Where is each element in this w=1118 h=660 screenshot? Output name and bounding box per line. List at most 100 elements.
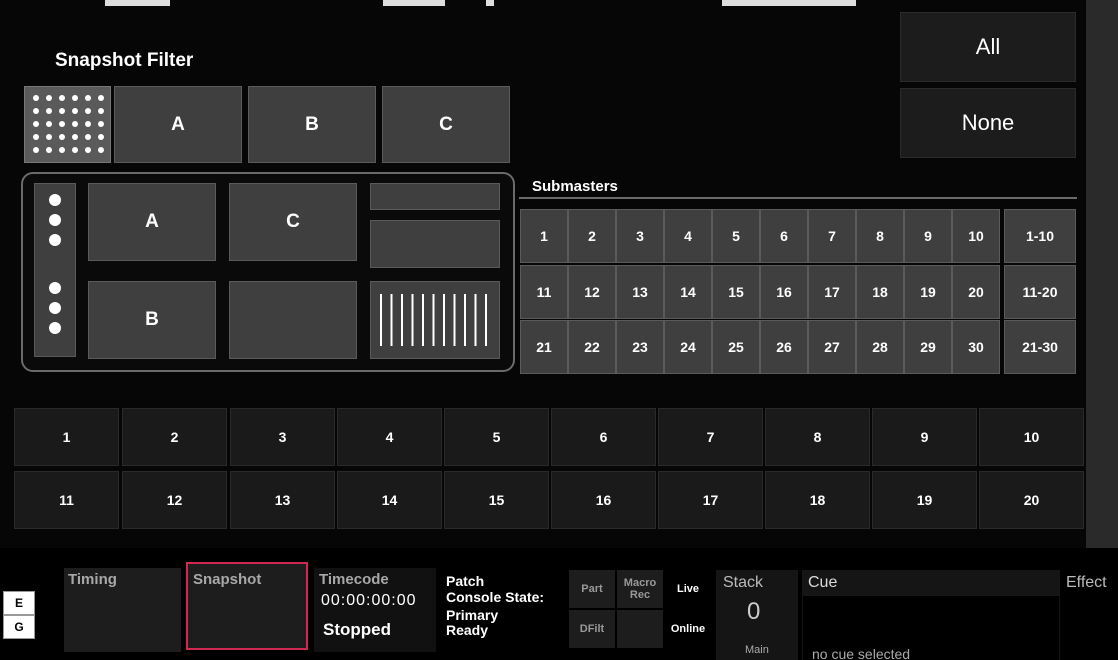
top-indicator	[383, 0, 445, 6]
submaster-button[interactable]: 9	[904, 209, 952, 263]
submaster-button[interactable]: 2	[568, 209, 616, 263]
g-button[interactable]: G	[3, 615, 35, 639]
submaster-button[interactable]: 28	[856, 320, 904, 374]
submaster-button[interactable]: 11	[520, 265, 568, 319]
snapshot-button[interactable]: 10	[979, 408, 1084, 466]
snapshot-button[interactable]: 16	[551, 471, 656, 529]
snapshot-button[interactable]: 15	[444, 471, 549, 529]
live-button[interactable]: Live	[665, 570, 711, 608]
submaster-range-button[interactable]: 1-10	[1004, 209, 1076, 263]
snapshot-button[interactable]: 11	[14, 471, 119, 529]
snapshot-button[interactable]: 4	[337, 408, 442, 466]
snapshot-button[interactable]: 9	[872, 408, 977, 466]
submaster-button[interactable]: 3	[616, 209, 664, 263]
submaster-button[interactable]: 30	[952, 320, 1000, 374]
dot-icon	[49, 214, 61, 226]
dfilt-button[interactable]: DFilt	[569, 610, 615, 648]
timecode-label: Timecode	[319, 571, 389, 588]
submaster-button[interactable]: 8	[856, 209, 904, 263]
submaster-button[interactable]: 16	[760, 265, 808, 319]
submaster-button[interactable]: 21	[520, 320, 568, 374]
top-indicator	[105, 0, 170, 6]
stack-value: 0	[747, 598, 761, 625]
submaster-range-button[interactable]: 11-20	[1004, 265, 1076, 319]
macro-rec-button[interactable]: Macro Rec	[617, 570, 663, 608]
submaster-button[interactable]: 4	[664, 209, 712, 263]
snapshot-button[interactable]: 17	[658, 471, 763, 529]
grid-dot	[71, 120, 78, 127]
submaster-button[interactable]: 6	[760, 209, 808, 263]
submaster-button[interactable]: 29	[904, 320, 952, 374]
filter-none-button[interactable]: None	[900, 88, 1076, 158]
snapshot-button[interactable]: 13	[230, 471, 335, 529]
filter-all-button[interactable]: All	[900, 12, 1076, 82]
preview-medium-bar-button[interactable]	[370, 220, 500, 268]
snapshot-button[interactable]: 18	[765, 471, 870, 529]
online-button[interactable]: Online	[665, 610, 711, 648]
snapshot-button[interactable]: 3	[230, 408, 335, 466]
submaster-button[interactable]: 27	[808, 320, 856, 374]
all-label: All	[975, 34, 1001, 59]
snapshot-label: Snapshot	[193, 571, 262, 588]
submaster-button[interactable]: 14	[664, 265, 712, 319]
submaster-button[interactable]: 18	[856, 265, 904, 319]
submaster-button[interactable]: 7	[808, 209, 856, 263]
scrollbar[interactable]	[1086, 0, 1118, 548]
filter-a-button[interactable]: A	[114, 86, 242, 163]
submaster-button[interactable]: 20	[952, 265, 1000, 319]
stack-label: Stack	[723, 574, 764, 591]
snapshot-button[interactable]: 14	[337, 471, 442, 529]
dot-icon	[49, 302, 61, 314]
snapshot-button[interactable]: 2	[122, 408, 227, 466]
preview-a-button[interactable]: A	[88, 183, 216, 261]
submaster-button[interactable]: 24	[664, 320, 712, 374]
submaster-range-button[interactable]: 21-30	[1004, 320, 1076, 374]
e-button[interactable]: E	[3, 591, 35, 615]
submaster-button[interactable]: 22	[568, 320, 616, 374]
timecode-value: 00:00:00:00	[321, 592, 417, 609]
submaster-button[interactable]: 12	[568, 265, 616, 319]
submaster-button[interactable]: 10	[952, 209, 1000, 263]
preview-thin-bar-button[interactable]	[370, 183, 500, 210]
preview-a-label: A	[145, 211, 159, 232]
grid-dot	[45, 94, 52, 101]
top-indicator	[486, 0, 494, 6]
submaster-button[interactable]: 19	[904, 265, 952, 319]
snapshot-button[interactable]: 5	[444, 408, 549, 466]
snapshot-button[interactable]: 1	[14, 408, 119, 466]
preview-b-button[interactable]: B	[88, 281, 216, 359]
grid-dot	[71, 107, 78, 114]
preview-lines-button[interactable]	[370, 281, 500, 359]
snapshot-button[interactable]: 12	[122, 471, 227, 529]
submaster-button[interactable]: 5	[712, 209, 760, 263]
dot-grid-filter-button[interactable]	[24, 86, 111, 163]
submaster-button[interactable]: 25	[712, 320, 760, 374]
submaster-button[interactable]: 1	[520, 209, 568, 263]
filter-c-label: C	[439, 113, 453, 135]
grid-dot	[32, 94, 39, 101]
grid-dot	[71, 146, 78, 153]
online-label: Online	[670, 623, 706, 635]
submaster-button[interactable]: 17	[808, 265, 856, 319]
submaster-button[interactable]: 26	[760, 320, 808, 374]
snapshot-button[interactable]: 20	[979, 471, 1084, 529]
submasters-title: Submasters	[532, 178, 618, 195]
submaster-button[interactable]: 23	[616, 320, 664, 374]
snapshot-button[interactable]: 6	[551, 408, 656, 466]
part-button[interactable]: Part	[569, 570, 615, 608]
submaster-button[interactable]: 15	[712, 265, 760, 319]
dot-strip-button[interactable]	[34, 183, 76, 357]
effect-label: Effect	[1066, 574, 1107, 591]
snapshot-button[interactable]: 7	[658, 408, 763, 466]
snapshot-button[interactable]: 8	[765, 408, 870, 466]
console-state-ready: Ready	[446, 622, 489, 638]
dot-icon	[49, 194, 61, 206]
submaster-button[interactable]: 13	[616, 265, 664, 319]
grid-dot	[71, 94, 78, 101]
snapshot-button[interactable]: 19	[872, 471, 977, 529]
filter-b-button[interactable]: B	[248, 86, 376, 163]
filter-c-button[interactable]: C	[382, 86, 510, 163]
grid-dot	[84, 120, 91, 127]
preview-c-button[interactable]: C	[229, 183, 357, 261]
preview-empty-button[interactable]	[229, 281, 357, 359]
